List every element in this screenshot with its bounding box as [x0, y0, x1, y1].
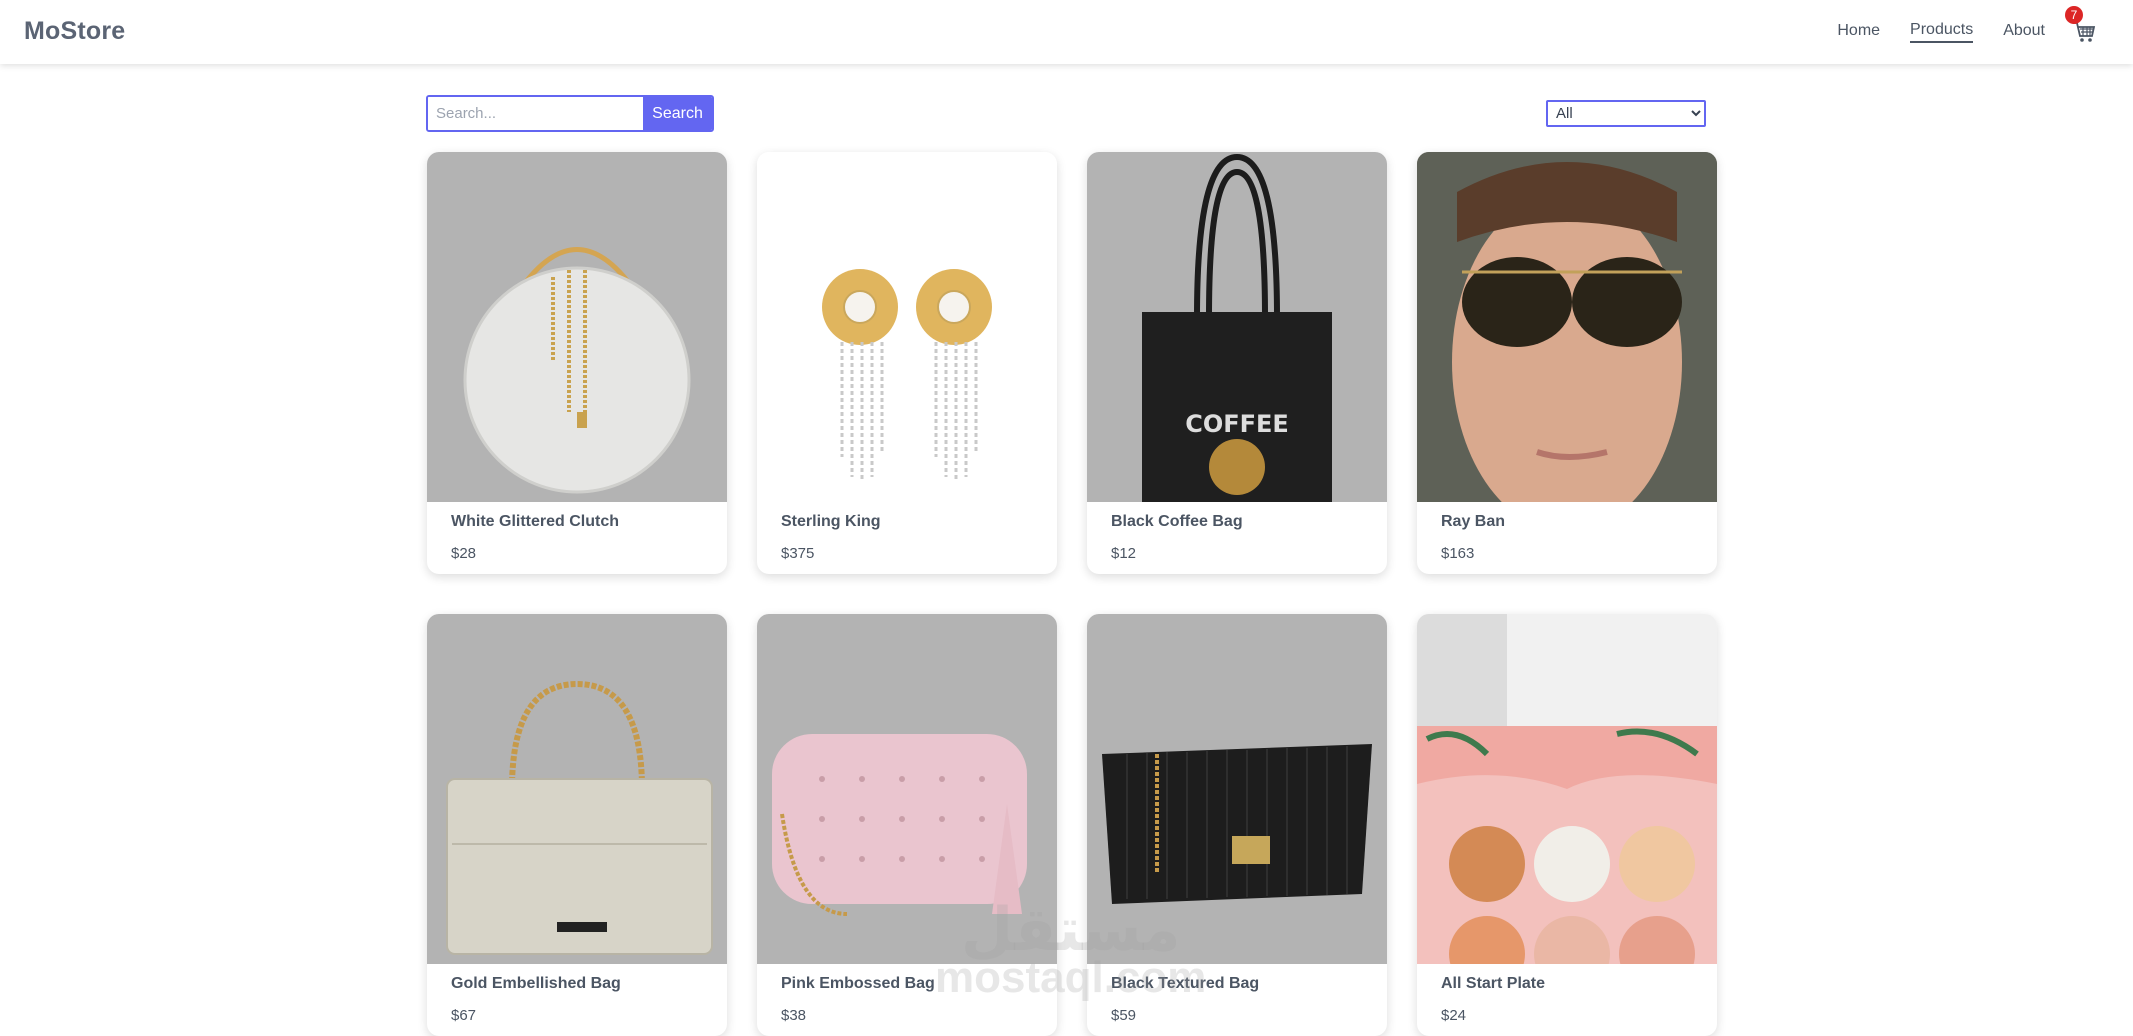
product-price: $38 — [781, 1007, 807, 1024]
product-price: $12 — [1111, 545, 1137, 562]
product-card[interactable]: COFFEE Black Coffee Bag $12 — [1087, 152, 1387, 574]
product-price: $24 — [1441, 1007, 1467, 1024]
product-name: Black Textured Bag — [1111, 975, 1260, 992]
search-button[interactable]: Search — [643, 97, 712, 130]
product-image-ray-ban — [1417, 152, 1717, 502]
product-image-gold-bag — [427, 614, 727, 964]
svg-text:COFFEE: COFFEE — [1185, 410, 1289, 438]
search-bar: Search — [426, 95, 714, 132]
brand-logo[interactable]: MoStore — [24, 17, 125, 46]
product-image-palette — [1417, 614, 1717, 964]
product-card[interactable]: Ray Ban $163 — [1417, 152, 1717, 574]
product-image-sterling-king — [757, 152, 1057, 502]
cart-count-badge: 7 — [2065, 6, 2083, 24]
product-image-black-coffee-bag: COFFEE — [1087, 152, 1387, 502]
product-card[interactable]: Pink Embossed Bag $38 — [757, 614, 1057, 1036]
cart-button[interactable]: 7 — [2065, 6, 2097, 45]
category-select[interactable]: All — [1546, 100, 1706, 127]
product-price: $375 — [781, 545, 815, 562]
nav-link-about[interactable]: About — [2003, 22, 2045, 42]
product-image-pink-bag — [757, 614, 1057, 964]
product-card[interactable]: All Start Plate $24 — [1417, 614, 1717, 1036]
product-price: $28 — [451, 545, 477, 562]
product-image-black-textured-bag — [1087, 614, 1387, 964]
product-name: Gold Embellished Bag — [451, 975, 621, 992]
product-name: Pink Embossed Bag — [781, 975, 935, 992]
product-name: Ray Ban — [1441, 513, 1506, 530]
product-price: $163 — [1441, 545, 1475, 562]
product-name: Black Coffee Bag — [1111, 513, 1243, 530]
product-price: $67 — [451, 1007, 477, 1024]
product-card[interactable]: Sterling King $375 — [757, 152, 1057, 574]
search-input[interactable] — [428, 97, 643, 130]
product-name: White Glittered Clutch — [451, 513, 619, 530]
navbar: MoStore Home Products About 7 — [0, 0, 2133, 64]
product-image-white-clutch — [427, 152, 727, 502]
product-price: $59 — [1111, 1007, 1137, 1024]
product-card[interactable]: Black Textured Bag $59 — [1087, 614, 1387, 1036]
product-card[interactable]: Gold Embellished Bag $67 — [427, 614, 727, 1036]
product-name: Sterling King — [781, 513, 881, 530]
nav-links: Home Products About 7 — [1837, 0, 2097, 64]
nav-link-home[interactable]: Home — [1837, 22, 1880, 42]
product-grid: White Glittered Clutch $28 Sterling King… — [427, 152, 1717, 1036]
nav-link-products[interactable]: Products — [1910, 21, 1974, 43]
product-card[interactable]: White Glittered Clutch $28 — [427, 152, 727, 574]
product-name: All Start Plate — [1441, 975, 1546, 992]
